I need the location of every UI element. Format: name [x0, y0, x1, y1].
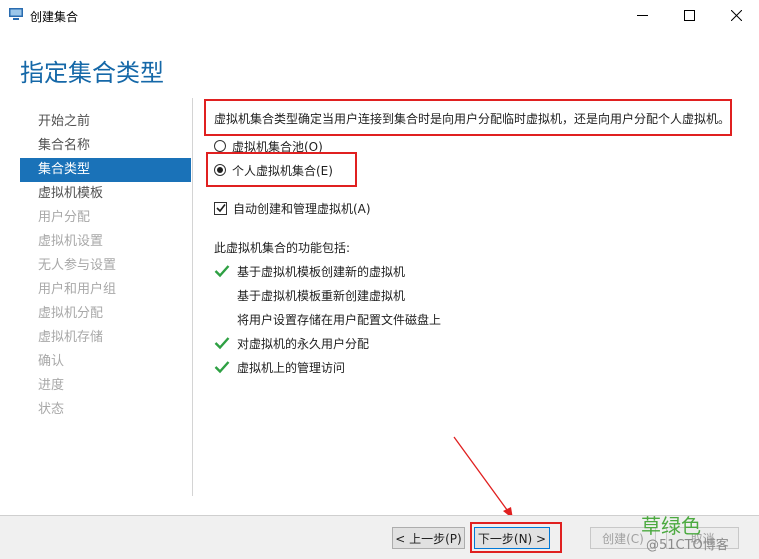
green-check-icon [214, 265, 230, 278]
next-button[interactable]: 下一步(N) > [474, 527, 550, 549]
radio-checked-icon [214, 164, 226, 176]
personal-collection-radio[interactable]: 个人虚拟机集合(E) [214, 161, 333, 179]
sidebar-item-unattended-settings: 无人参与设置 [38, 258, 117, 273]
sidebar-item-before-you-begin[interactable]: 开始之前 [20, 110, 191, 134]
sidebar-item-vm-settings: 虚拟机设置 [38, 234, 104, 249]
sidebar-item-collection-name[interactable]: 集合名称 [20, 134, 191, 158]
feature-item: 基于虚拟机模板重新创建虚拟机 [214, 286, 405, 304]
feature-item: 将用户设置存储在用户配置文件磁盘上 [214, 310, 441, 328]
title-bar: 创建集合 [0, 0, 759, 30]
feature-text: 基于虚拟机模板创建新的虚拟机 [237, 264, 406, 279]
minimize-button[interactable] [619, 0, 665, 30]
collection-type-description: 虚拟机集合类型确定当用户连接到集合时是向用户分配临时虚拟机，还是向用户分配个人虚… [204, 99, 732, 136]
maximize-button[interactable] [666, 0, 712, 30]
pooled-collection-label: 虚拟机集合池(O) [232, 139, 323, 154]
personal-collection-label: 个人虚拟机集合(E) [232, 163, 333, 178]
features-heading: 此虚拟机集合的功能包括: [214, 241, 351, 255]
sidebar-item-collection-type[interactable]: 集合类型 [20, 158, 191, 182]
wizard-steps: 开始之前 集合名称 集合类型 虚拟机模板 用户分配 虚拟机设置 无人参与设置 用… [20, 110, 191, 422]
sidebar-item-progress: 进度 [38, 378, 65, 393]
previous-button[interactable]: < 上一步(P) [392, 527, 465, 549]
feature-text: 虚拟机上的管理访问 [237, 360, 346, 375]
auto-create-label: 自动创建和管理虚拟机(A) [233, 201, 371, 216]
page-title: 指定集合类型 [20, 59, 164, 87]
sidebar-divider [192, 98, 193, 496]
sidebar-item-confirmation: 确认 [38, 354, 65, 369]
sidebar-item-vm-storage: 虚拟机存储 [38, 330, 104, 345]
sidebar-item-users-and-groups: 用户和用户组 [38, 282, 117, 297]
sidebar-item-vm-template[interactable]: 虚拟机模板 [20, 182, 191, 206]
sidebar-item-status: 状态 [38, 402, 65, 417]
pooled-collection-radio[interactable]: 虚拟机集合池(O) [214, 137, 323, 155]
close-icon [730, 9, 742, 21]
feature-text: 将用户设置存储在用户配置文件磁盘上 [237, 312, 442, 327]
window-title: 创建集合 [30, 10, 79, 24]
minimize-icon [636, 14, 648, 16]
auto-create-checkbox[interactable]: 自动创建和管理虚拟机(A) [214, 199, 371, 217]
sidebar-item-user-assignment: 用户分配 [38, 210, 91, 225]
green-check-icon [214, 337, 230, 350]
annotation-arrow-icon [453, 436, 513, 519]
feature-text: 对虚拟机的永久用户分配 [237, 336, 370, 351]
feature-text: 基于虚拟机模板重新创建虚拟机 [237, 288, 406, 303]
feature-unsupported-spacer [214, 312, 230, 326]
feature-item: 基于虚拟机模板创建新的虚拟机 [214, 262, 405, 280]
feature-item: 对虚拟机的永久用户分配 [214, 334, 369, 352]
feature-item: 虚拟机上的管理访问 [214, 358, 345, 376]
close-button[interactable] [713, 0, 759, 30]
checkbox-checked-icon [214, 201, 227, 215]
maximize-icon [683, 9, 695, 21]
radio-unchecked-icon [214, 140, 226, 152]
sidebar-item-vm-allocation: 虚拟机分配 [38, 306, 104, 321]
server-manager-icon [9, 8, 23, 20]
green-check-icon [214, 361, 230, 374]
feature-unsupported-spacer [214, 288, 230, 302]
watermark-site-text: @51CTO博客 [646, 538, 729, 553]
